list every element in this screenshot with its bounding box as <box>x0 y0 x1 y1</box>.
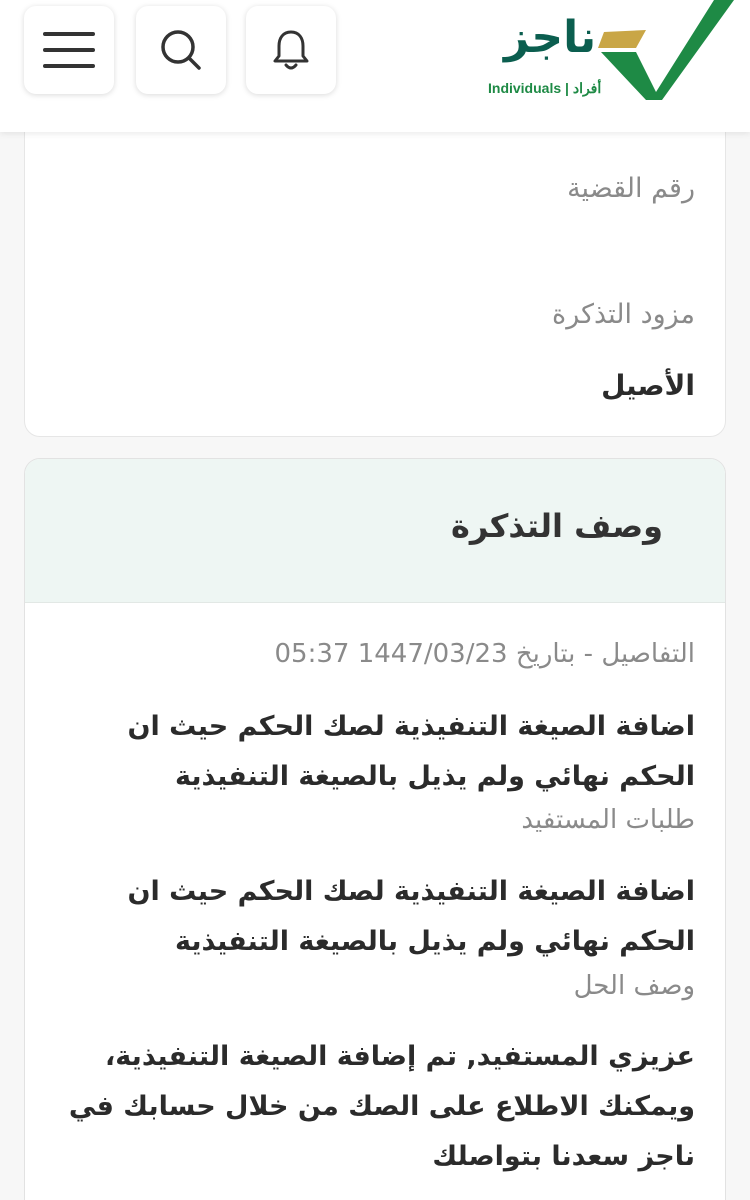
search-icon <box>161 30 201 70</box>
requests-text: اضافة الصيغة التنفيذية لصك الحكم حيث ان … <box>127 876 695 957</box>
search-button[interactable] <box>136 6 226 94</box>
ticket-description-header: وصف التذكرة <box>25 459 725 603</box>
ticket-description-card: وصف التذكرة التفاصيل - بتاريخ 1447/03/23… <box>24 458 726 1200</box>
provider-value: الأصيل <box>601 369 695 402</box>
details-meta: التفاصيل - بتاريخ 1447/03/23 05:37 <box>274 639 696 669</box>
solution-text: عزيزي المستفيد, تم إضافة الصيغة التنفيذي… <box>68 1041 695 1172</box>
brand-name: ناجز <box>504 12 597 63</box>
notifications-button[interactable] <box>246 6 336 94</box>
menu-icon <box>43 32 95 68</box>
brand-subtitle: Individuals | أفراد <box>488 80 602 96</box>
najiz-logo[interactable]: ناجز Individuals | أفراد <box>486 0 736 110</box>
case-number-label: رقم القضية <box>567 173 695 204</box>
requests-label: طلبات المستفيد <box>521 805 695 835</box>
solution-label: وصف الحل <box>573 971 695 1001</box>
ticket-description-title: وصف التذكرة <box>451 507 663 545</box>
details-text: اضافة الصيغة التنفيذية لصك الحكم حيث ان … <box>127 711 695 792</box>
bell-icon <box>273 30 309 70</box>
provider-label: مزود التذكرة <box>552 299 695 330</box>
app-header: ناجز Individuals | أفراد <box>0 0 750 132</box>
case-info-card: رقم القضية مزود التذكرة الأصيل <box>24 100 726 437</box>
menu-button[interactable] <box>24 6 114 94</box>
